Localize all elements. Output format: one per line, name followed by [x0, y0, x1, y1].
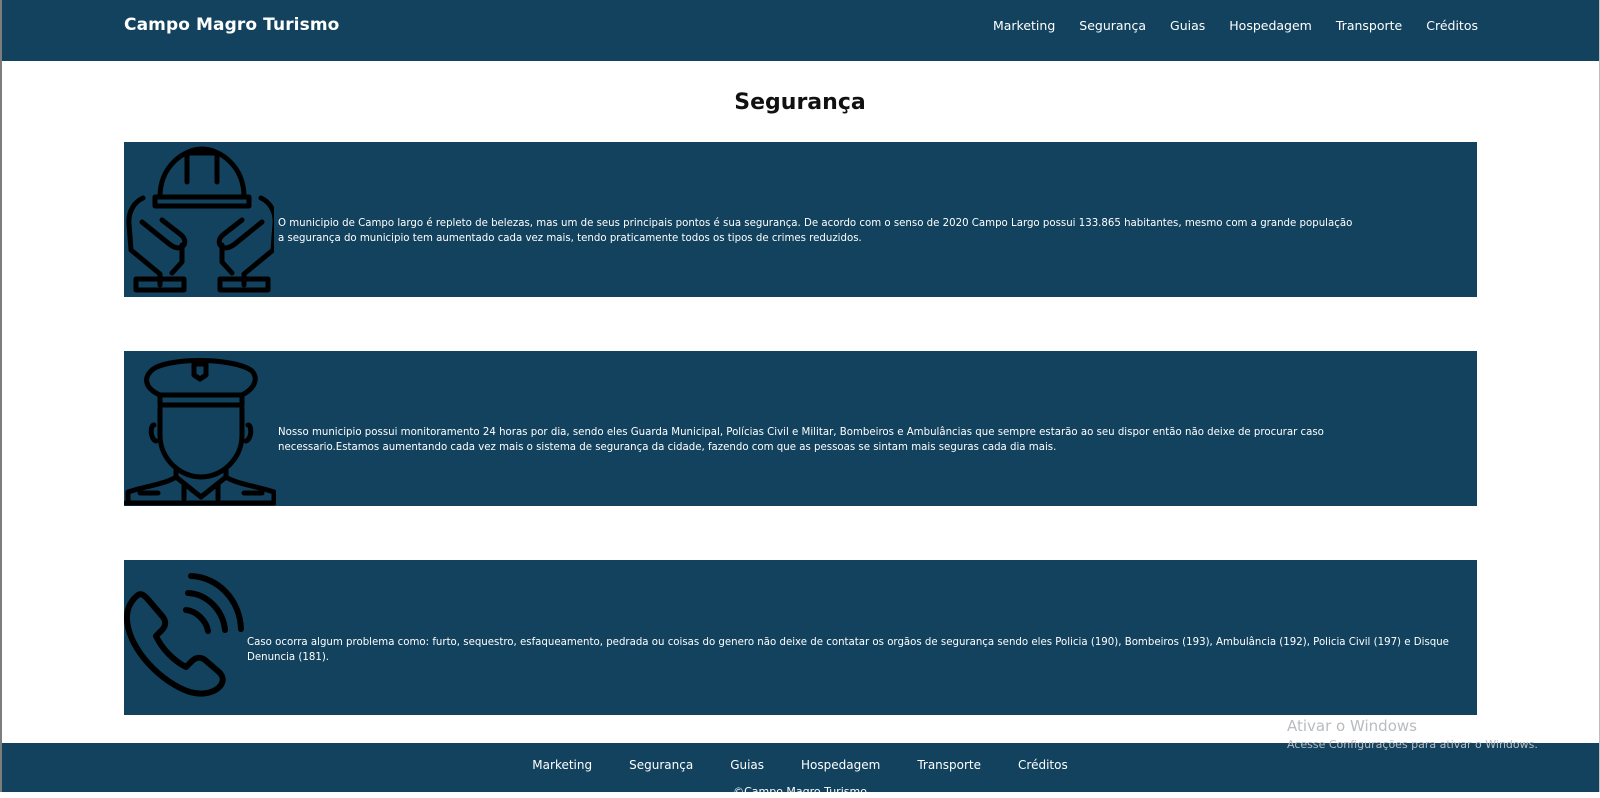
top-navbar: Campo Magro Turismo Marketing Segurança …: [0, 0, 1600, 61]
footer-nav: Marketing Segurança Guias Hospedagem Tra…: [0, 758, 1600, 772]
card-text: O municipio de Campo largo é repleto de …: [278, 218, 1353, 245]
footer-link-seguranca[interactable]: Segurança: [629, 758, 693, 772]
card-text: Nosso municipio possui monitoramento 24 …: [278, 427, 1324, 454]
site-brand[interactable]: Campo Magro Turismo: [124, 15, 339, 35]
page-title: Segurança: [734, 90, 866, 115]
activation-subtitle: Acesse Configurações para ativar o Windo…: [1287, 738, 1538, 751]
activation-title: Ativar o Windows: [1287, 717, 1417, 735]
nav-link-transporte[interactable]: Transporte: [1336, 18, 1402, 33]
card-text: Caso ocorra algum problema como: furto, …: [247, 637, 1449, 664]
phone-call-icon: [124, 573, 244, 697]
footer-link-guias[interactable]: Guias: [730, 758, 764, 772]
nav-link-guias[interactable]: Guias: [1170, 18, 1205, 33]
nav-link-creditos[interactable]: Créditos: [1426, 18, 1478, 33]
main-nav: Marketing Segurança Guias Hospedagem Tra…: [993, 18, 1478, 33]
nav-link-seguranca[interactable]: Segurança: [1079, 18, 1146, 33]
police-officer-icon: [124, 358, 276, 506]
info-card-emergency: Caso ocorra algum problema como: furto, …: [124, 560, 1477, 715]
hands-helmet-icon: [126, 146, 274, 293]
footer-link-hospedagem[interactable]: Hospedagem: [801, 758, 880, 772]
footer-link-transporte[interactable]: Transporte: [917, 758, 981, 772]
footer-link-creditos[interactable]: Créditos: [1018, 758, 1068, 772]
windows-activation-watermark: Ativar o Windows Acesse Configurações pa…: [1287, 717, 1538, 751]
info-card-monitoring: Nosso municipio possui monitoramento 24 …: [124, 351, 1477, 506]
info-card-safety: O municipio de Campo largo é repleto de …: [124, 142, 1477, 297]
nav-link-hospedagem[interactable]: Hospedagem: [1229, 18, 1312, 33]
footer-link-marketing[interactable]: Marketing: [532, 758, 592, 772]
nav-link-marketing[interactable]: Marketing: [993, 18, 1055, 33]
